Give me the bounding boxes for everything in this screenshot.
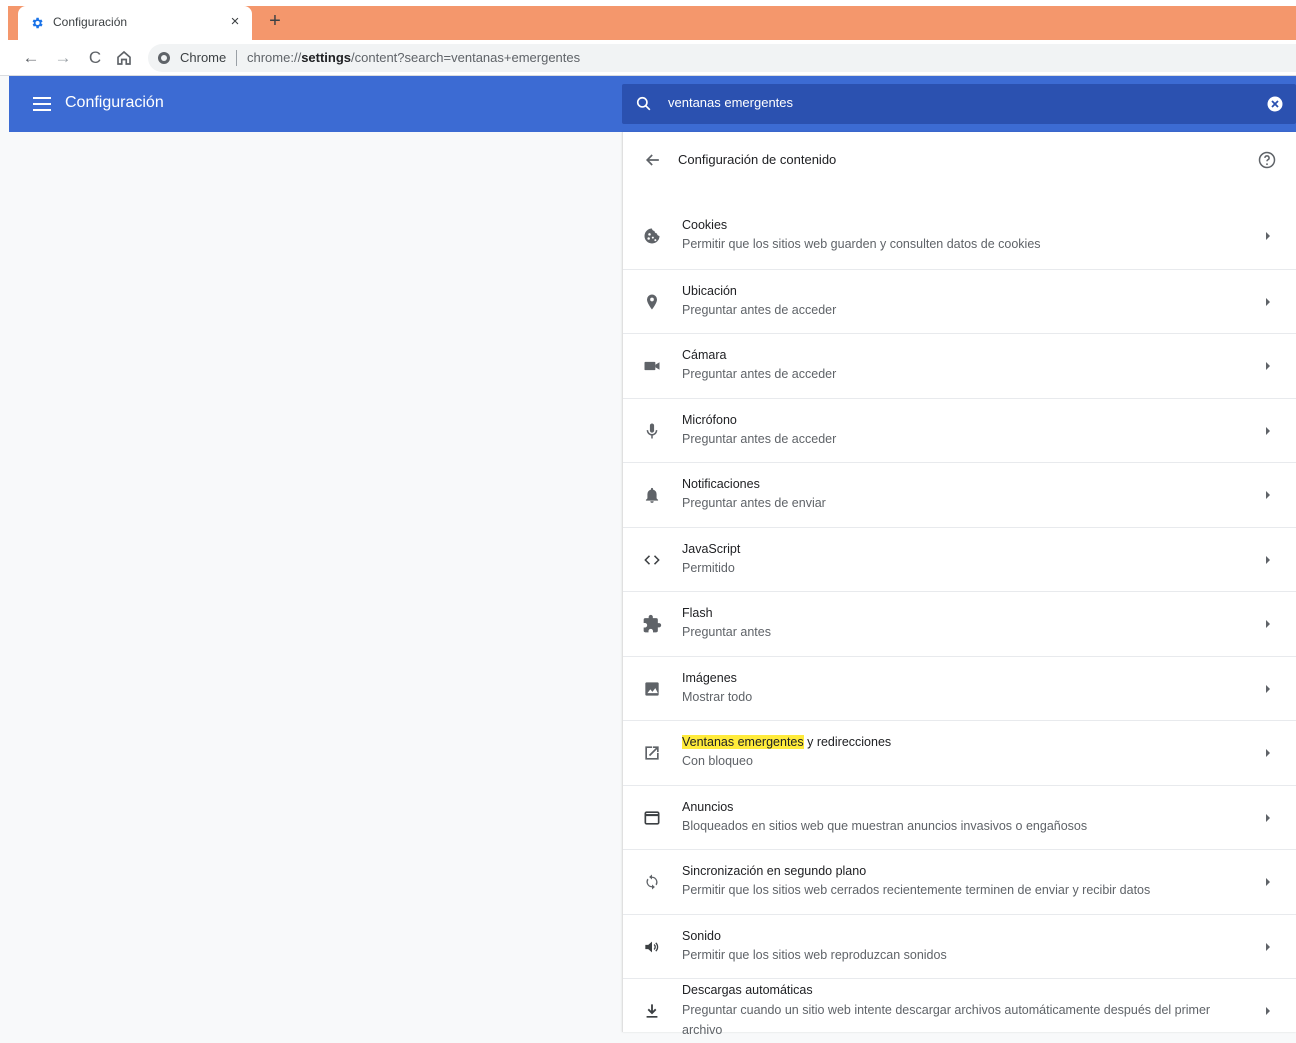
search-input[interactable] <box>668 95 1228 110</box>
item-subtitle: Permitido <box>682 560 735 575</box>
help-icon[interactable] <box>1257 150 1277 170</box>
tab-title: Configuración <box>53 15 128 29</box>
item-title: Cámara <box>682 348 727 362</box>
arrow-right-icon <box>1266 491 1270 499</box>
arrow-right-icon <box>1266 555 1270 564</box>
url-text[interactable]: chrome://settings/content?search=ventana… <box>247 50 580 65</box>
window-icon <box>644 810 660 825</box>
image-icon <box>645 681 659 696</box>
cookie-icon <box>644 228 660 244</box>
item-subtitle: Preguntar antes de acceder <box>682 367 837 381</box>
item-title: JavaScript <box>682 541 741 556</box>
item-subtitle: Preguntar antes de acceder <box>682 302 837 317</box>
arrow-right-icon <box>1266 232 1270 240</box>
list-item-cookies[interactable]: Cookies Permitir que los sitios web guard… <box>623 204 1296 269</box>
omnibox-chip: Chrome <box>180 50 227 65</box>
content-settings-list: Cookies Permitir que los sitios web guard… <box>623 204 1296 1043</box>
list-item-sound[interactable]: Sonido Permitir que los sitios web reprod… <box>623 913 1296 979</box>
item-subtitle: Preguntar antes <box>682 625 771 639</box>
clear-search-icon[interactable] <box>1266 95 1284 113</box>
browser-toolbar: ← → C Chrome chrome://settings/content?s… <box>0 40 1296 76</box>
item-title: Sonido <box>682 928 721 943</box>
search-icon <box>636 96 651 111</box>
content-settings-panel: Configuración de contenido Cookies Permit… <box>622 132 1296 1037</box>
list-item-camera[interactable]: Cámara Preguntar antes de acceder <box>623 333 1296 398</box>
url-host: settings <box>301 50 352 65</box>
item-title: Micrófono <box>682 412 737 427</box>
back-arrow-icon[interactable] <box>643 150 663 170</box>
gear-icon <box>32 17 43 29</box>
item-title: Sincronización en segundo plano <box>682 864 867 878</box>
list-item-notifications[interactable]: Notificaciones Preguntar antes de enviar <box>623 462 1296 527</box>
list-item-microphone[interactable]: Micrófono Preguntar antes de acceder <box>623 397 1296 463</box>
search-highlight: Ventanas emergentes <box>682 735 804 749</box>
speaker-icon <box>645 941 659 952</box>
page-title: Configuración <box>65 94 164 111</box>
arrow-right-icon <box>1266 297 1270 306</box>
list-item-images[interactable]: Imágenes Mostrar todo <box>623 655 1296 721</box>
open-in-new-icon <box>645 746 659 760</box>
item-title: Ventanas emergentes y redirecciones <box>682 733 1242 751</box>
arrow-right-icon <box>1266 813 1270 822</box>
item-title-rest: y redirecciones <box>803 735 892 749</box>
item-subtitle: Bloqueados en sitios web que muestran an… <box>682 818 1088 833</box>
arrow-right-icon <box>1266 942 1270 951</box>
item-subtitle: Preguntar antes de enviar <box>682 496 826 510</box>
item-title: Cookies <box>682 218 728 232</box>
puzzle-icon <box>643 614 662 633</box>
item-subtitle: Con bloqueo <box>682 754 753 768</box>
item-title: Descargas automáticas <box>682 983 813 997</box>
back-arrow-icon[interactable]: ← <box>20 47 42 69</box>
tab-strip: Configuración × + <box>0 0 1296 40</box>
item-subtitle: Permitir que los sitios web cerrados rec… <box>682 883 1151 897</box>
new-tab-button[interactable]: + <box>264 11 286 33</box>
list-item-javascript[interactable]: JavaScript Permitido <box>623 526 1296 592</box>
item-title: Anuncios <box>682 799 734 814</box>
panel-title: Configuración de contenido <box>678 152 837 167</box>
url-path: /content?search=ventanas+emergentes <box>351 50 581 65</box>
item-subtitle: Mostrar todo <box>682 689 753 704</box>
list-item-popups[interactable]: Ventanas emergentes y redirecciones Con b… <box>623 720 1296 785</box>
location-pin-icon <box>647 294 657 309</box>
tab-close-icon[interactable]: × <box>226 13 244 31</box>
arrow-right-icon <box>1266 878 1270 886</box>
sync-icon <box>646 874 658 890</box>
item-subtitle: Preguntar antes de acceder <box>682 431 837 446</box>
tab-settings[interactable]: Configuración × <box>18 6 252 40</box>
list-item-ads[interactable]: Anuncios Bloqueados en sitios web que mue… <box>623 784 1296 850</box>
list-item-location[interactable]: Ubicación Preguntar antes de acceder <box>623 268 1296 334</box>
item-subtitle: Permitir que los sitios web reproduzcan … <box>682 947 947 962</box>
arrow-right-icon <box>1266 684 1270 693</box>
settings-search[interactable] <box>622 84 1296 124</box>
item-title: Notificaciones <box>682 477 760 491</box>
bell-icon <box>645 487 659 503</box>
chrome-icon <box>158 52 170 64</box>
url-prefix: chrome:// <box>247 50 302 65</box>
home-icon[interactable] <box>115 49 133 67</box>
list-item-flash[interactable]: Flash Preguntar antes <box>623 591 1296 656</box>
item-title: Ubicación <box>682 283 737 298</box>
code-icon <box>644 554 660 565</box>
item-title: Flash <box>682 606 713 620</box>
menu-icon[interactable] <box>33 97 51 111</box>
arrow-right-icon <box>1266 426 1270 435</box>
camera-icon <box>644 361 660 371</box>
arrow-right-icon <box>1266 620 1270 628</box>
reload-icon[interactable]: C <box>84 47 106 69</box>
arrow-right-icon <box>1266 749 1270 757</box>
item-subtitle: Preguntar cuando un sitio web intente de… <box>682 1003 1211 1037</box>
download-icon <box>646 1004 658 1018</box>
list-item-background-sync[interactable]: Sincronización en segundo plano Permitir … <box>623 849 1296 914</box>
address-bar[interactable]: Chrome chrome://settings/content?search=… <box>148 44 1296 72</box>
arrow-right-icon <box>1266 1007 1270 1015</box>
list-item-automatic-downloads[interactable]: Descargas automáticas Preguntar cuando un… <box>623 978 1296 1043</box>
microphone-icon <box>646 423 658 438</box>
forward-arrow-icon[interactable]: → <box>52 47 74 69</box>
item-subtitle: Permitir que los sitios web guarden y co… <box>682 237 1041 251</box>
omnibox-separator <box>236 50 237 66</box>
arrow-right-icon <box>1266 362 1270 370</box>
settings-header: Configuración <box>9 76 1296 132</box>
item-title: Imágenes <box>682 670 737 685</box>
panel-header: Configuración de contenido <box>623 132 1296 188</box>
